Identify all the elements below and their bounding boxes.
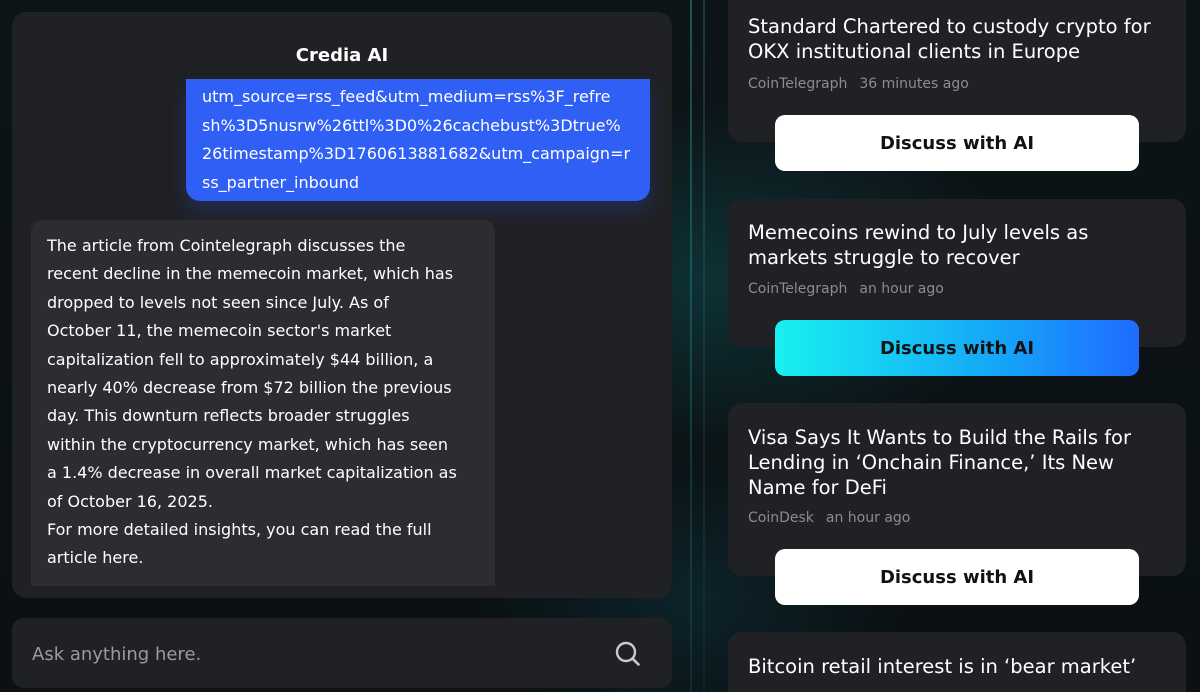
news-title-line: Lending in ‘Onchain Finance,’ Its New bbox=[748, 451, 1114, 474]
ai-message-line: The article from Cointelegraph discusses… bbox=[47, 236, 406, 255]
ai-message-line: For more detailed insights, you can read… bbox=[47, 520, 432, 540]
user-message-line: sh%3D5nusrw%26ttl%3D0%26cachebust%3Dtrue… bbox=[202, 115, 621, 135]
discuss-with-ai-button[interactable]: Discuss with AI bbox=[775, 115, 1139, 171]
background-divider-line bbox=[690, 0, 692, 692]
chat-panel: Credia AI utm_source=rss_feed&utm_medium… bbox=[12, 12, 672, 598]
news-title-line: Standard Chartered to custody crypto for bbox=[748, 15, 1151, 38]
news-title-line: OKX institutional clients in Europe bbox=[748, 40, 1081, 63]
ai-message-line: October 11, the memecoin sector's market bbox=[47, 321, 392, 341]
news-time: an hour ago bbox=[859, 281, 944, 297]
user-message-bubble: utm_source=rss_feed&utm_medium=rss%3F_re… bbox=[186, 79, 650, 201]
news-meta: CoinDesk an hour ago bbox=[748, 510, 910, 526]
news-title[interactable]: Memecoins rewind to July levels as marke… bbox=[748, 220, 1178, 270]
news-meta: CoinTelegraph an hour ago bbox=[748, 281, 944, 297]
ai-message-line: nearly 40% decrease from $72 billion the… bbox=[47, 378, 452, 398]
ai-message-line: of October 16, 2025. bbox=[47, 491, 213, 511]
news-card: Bitcoin retail interest is in ‘bear mark… bbox=[728, 632, 1186, 692]
chat-title: Credia AI bbox=[295, 45, 389, 66]
ai-message-line: day. This downturn reflects broader stru… bbox=[47, 406, 410, 426]
ai-message-line: dropped to levels not seen since July. A… bbox=[47, 292, 389, 312]
discuss-with-ai-button[interactable]: Discuss with AI bbox=[775, 320, 1139, 376]
ask-bar bbox=[12, 618, 672, 688]
news-meta: CoinTelegraph 36 minutes ago bbox=[748, 76, 969, 92]
ai-message-line: within the cryptocurrency market, which … bbox=[47, 434, 448, 454]
news-source: CoinTelegraph bbox=[748, 76, 848, 92]
news-title-line: Memecoins rewind to July levels as bbox=[748, 221, 1089, 244]
ask-input[interactable] bbox=[30, 635, 594, 673]
news-title[interactable]: Visa Says It Wants to Build the Rails fo… bbox=[748, 425, 1178, 500]
ai-message-line: a 1.4% decrease in overall market capita… bbox=[47, 463, 457, 483]
news-source: CoinDesk bbox=[748, 510, 814, 526]
search-icon[interactable] bbox=[614, 640, 642, 668]
background-divider-line bbox=[703, 0, 705, 692]
news-title-line: Visa Says It Wants to Build the Rails fo… bbox=[748, 426, 1132, 449]
user-message-line: 26timestamp%3D1760613881682&utm_campaign… bbox=[202, 144, 631, 163]
news-title-line: markets struggle to recover bbox=[748, 246, 1020, 269]
ai-message-line: capitalization fell to approximately $44… bbox=[47, 349, 434, 369]
discuss-with-ai-button[interactable]: Discuss with AI bbox=[775, 549, 1139, 605]
user-message-line: ss_partner_inbound bbox=[202, 172, 360, 192]
ai-message-line: recent decline in the memecoin market, w… bbox=[47, 264, 454, 284]
news-time: 36 minutes ago bbox=[859, 76, 969, 92]
news-title[interactable]: Bitcoin retail interest is in ‘bear mark… bbox=[748, 654, 1178, 679]
user-message-line: utm_source=rss_feed&utm_medium=rss%3F_re… bbox=[202, 87, 611, 106]
news-title-line: Bitcoin retail interest is in ‘bear mark… bbox=[748, 655, 1137, 678]
ai-message-bubble: The article from Cointelegraph discusses… bbox=[31, 220, 495, 586]
news-time: an hour ago bbox=[825, 510, 911, 526]
news-source: CoinTelegraph bbox=[748, 281, 848, 297]
news-title[interactable]: Standard Chartered to custody crypto for… bbox=[748, 14, 1178, 64]
news-title-line: Name for DeFi bbox=[748, 476, 887, 499]
ai-message-line: article here. bbox=[47, 548, 144, 568]
